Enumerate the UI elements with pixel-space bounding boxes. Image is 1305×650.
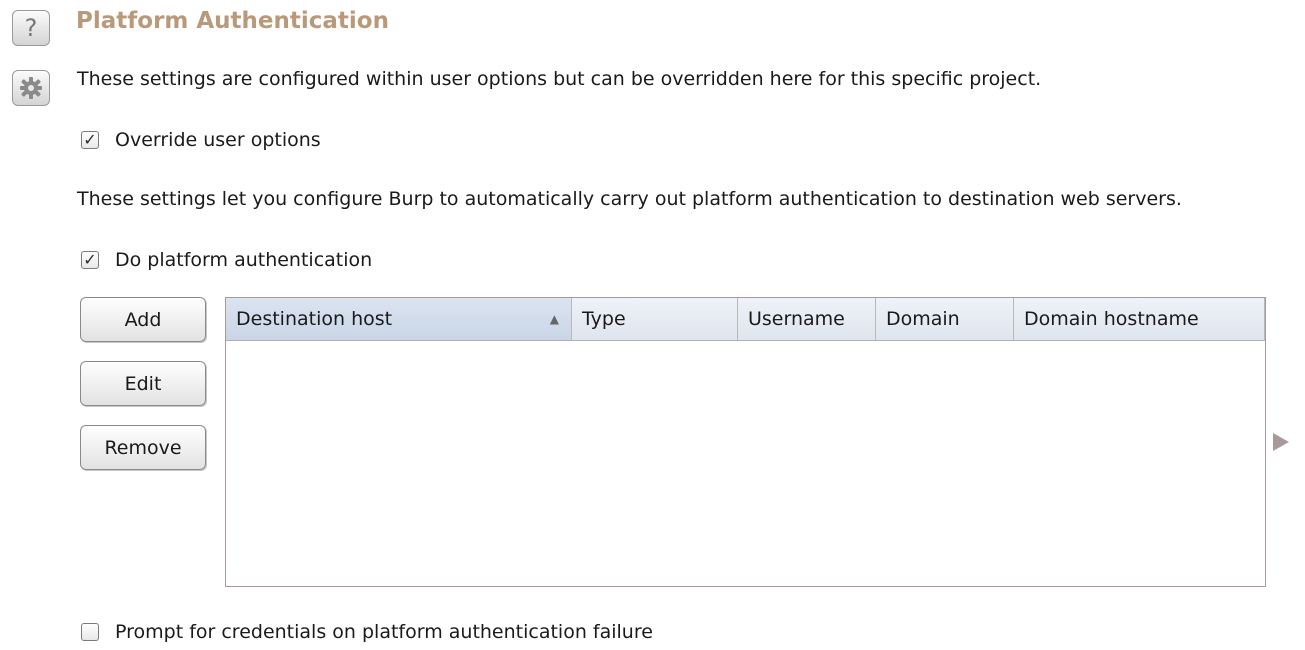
column-header-label: Domain xyxy=(886,308,960,330)
column-header-type[interactable]: Type xyxy=(572,298,738,340)
info-text: These settings let you configure Burp to… xyxy=(77,188,1182,210)
column-header-domain[interactable]: Domain xyxy=(876,298,1014,340)
column-header-label: Type xyxy=(582,308,626,330)
page-title: Platform Authentication xyxy=(76,8,389,34)
table-header: Destination host ▲ Type Username Domain … xyxy=(226,298,1265,341)
section-description: These settings are configured within use… xyxy=(77,68,1042,90)
column-header-destination-host[interactable]: Destination host ▲ xyxy=(226,298,572,340)
override-checkbox-label: Override user options xyxy=(115,129,321,151)
column-header-label: Domain hostname xyxy=(1024,308,1199,330)
column-header-label: Destination host xyxy=(236,308,393,330)
sort-ascending-icon: ▲ xyxy=(549,312,559,326)
gear-icon[interactable] xyxy=(12,70,50,106)
override-checkbox-box[interactable]: ✓ xyxy=(81,131,99,149)
prompt-for-credentials-checkbox[interactable]: Prompt for credentials on platform authe… xyxy=(81,621,653,643)
override-user-options-checkbox[interactable]: ✓ Override user options xyxy=(81,129,321,151)
add-button[interactable]: Add xyxy=(80,297,206,342)
column-header-username[interactable]: Username xyxy=(738,298,876,340)
do-auth-checkbox-box[interactable]: ✓ xyxy=(81,251,99,269)
do-platform-authentication-checkbox[interactable]: ✓ Do platform authentication xyxy=(81,249,372,271)
check-mark-icon: ✓ xyxy=(83,129,97,149)
table-body[interactable] xyxy=(226,341,1265,587)
column-header-domain-hostname[interactable]: Domain hostname xyxy=(1014,298,1265,340)
column-header-label: Username xyxy=(748,308,845,330)
prompt-checkbox-box[interactable] xyxy=(81,623,99,641)
help-icon-glyph: ? xyxy=(24,14,38,42)
prompt-checkbox-label: Prompt for credentials on platform authe… xyxy=(115,621,653,643)
platform-auth-table: Destination host ▲ Type Username Domain … xyxy=(225,297,1266,587)
edit-button[interactable]: Edit xyxy=(80,361,206,406)
do-auth-checkbox-label: Do platform authentication xyxy=(115,249,373,271)
platform-authentication-panel: ? Platform Authentication These settings… xyxy=(0,0,1305,650)
help-icon[interactable]: ? xyxy=(12,10,50,46)
remove-button[interactable]: Remove xyxy=(80,425,206,470)
check-mark-icon: ✓ xyxy=(83,249,97,269)
scroll-right-arrow-icon[interactable] xyxy=(1273,433,1289,451)
gear-icon-graphic xyxy=(20,77,42,99)
